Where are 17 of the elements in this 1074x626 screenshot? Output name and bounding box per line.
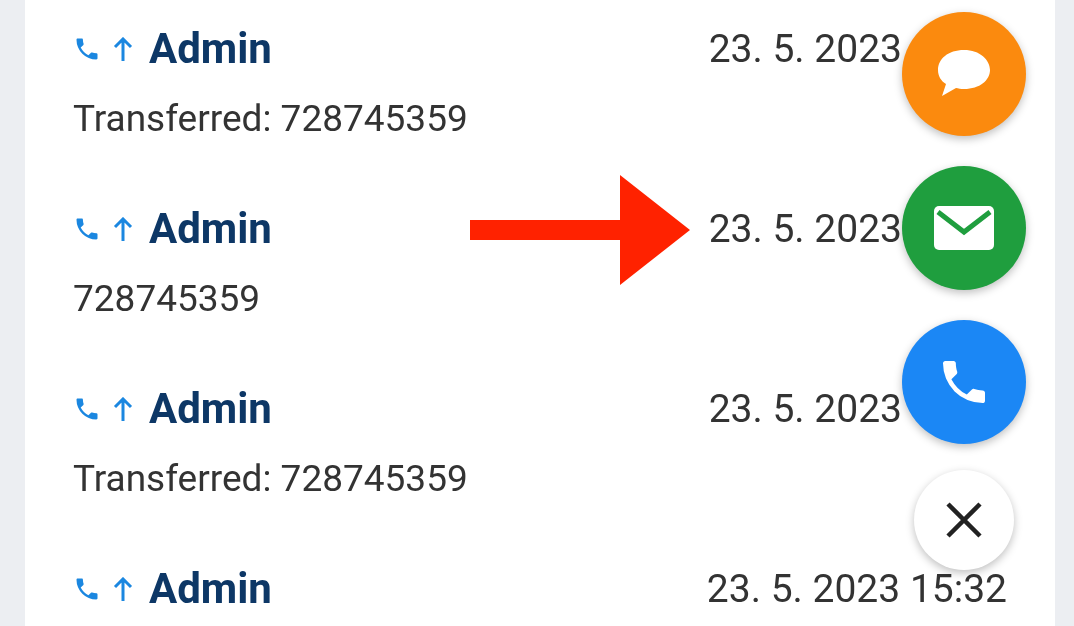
call-date: 23. 5. 2023 — [708, 389, 902, 429]
call-date: 23. 5. 2023 15:32 — [706, 569, 1007, 609]
close-icon — [945, 501, 983, 539]
up-arrow-icon — [113, 577, 133, 601]
call-date: 23. 5. 2023 — [708, 209, 902, 249]
caller-name: Admin — [149, 28, 272, 70]
caller-name: Admin — [149, 568, 272, 610]
up-arrow-icon — [113, 397, 133, 421]
call-detail: 728745359 — [73, 277, 262, 321]
caller-name: Admin — [149, 388, 272, 430]
up-arrow-icon — [113, 217, 133, 241]
up-arrow-icon — [113, 37, 133, 61]
call-detail: Transferred: 728745359 — [73, 457, 469, 501]
call-detail: Transferred: 728745359 — [73, 97, 469, 141]
call-date: 23. 5. 2023 — [708, 29, 902, 69]
envelope-icon — [932, 204, 996, 252]
caller-name: Admin — [149, 208, 272, 250]
